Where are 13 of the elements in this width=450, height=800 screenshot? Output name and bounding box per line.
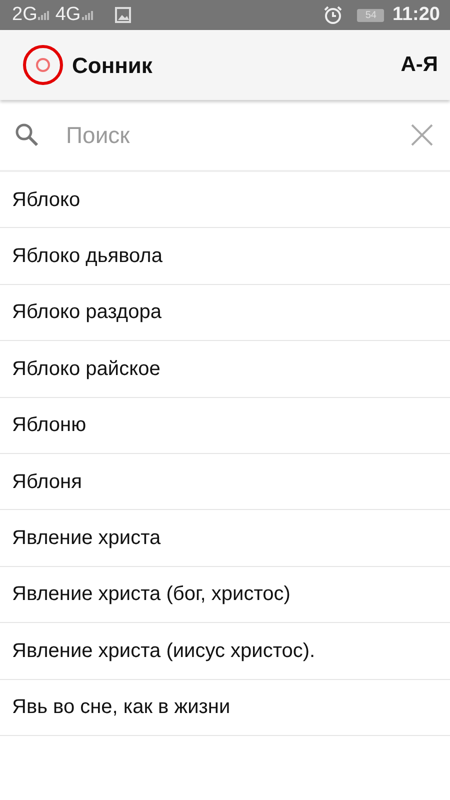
time: 11:20 [392, 2, 440, 27]
signal-icon [38, 10, 50, 20]
network-label: 2G [12, 2, 38, 27]
network-label: 4G [55, 2, 81, 27]
close-button[interactable] [410, 123, 434, 147]
sort-button[interactable]: А-Я [400, 49, 438, 81]
alarm-icon [323, 5, 344, 25]
logo-icon [22, 44, 64, 86]
app-title: Сонник [72, 52, 152, 80]
image-icon [114, 7, 131, 23]
search-field[interactable]: Поиск [64, 116, 386, 154]
signal-icon [82, 10, 93, 20]
search-icon [14, 122, 40, 148]
